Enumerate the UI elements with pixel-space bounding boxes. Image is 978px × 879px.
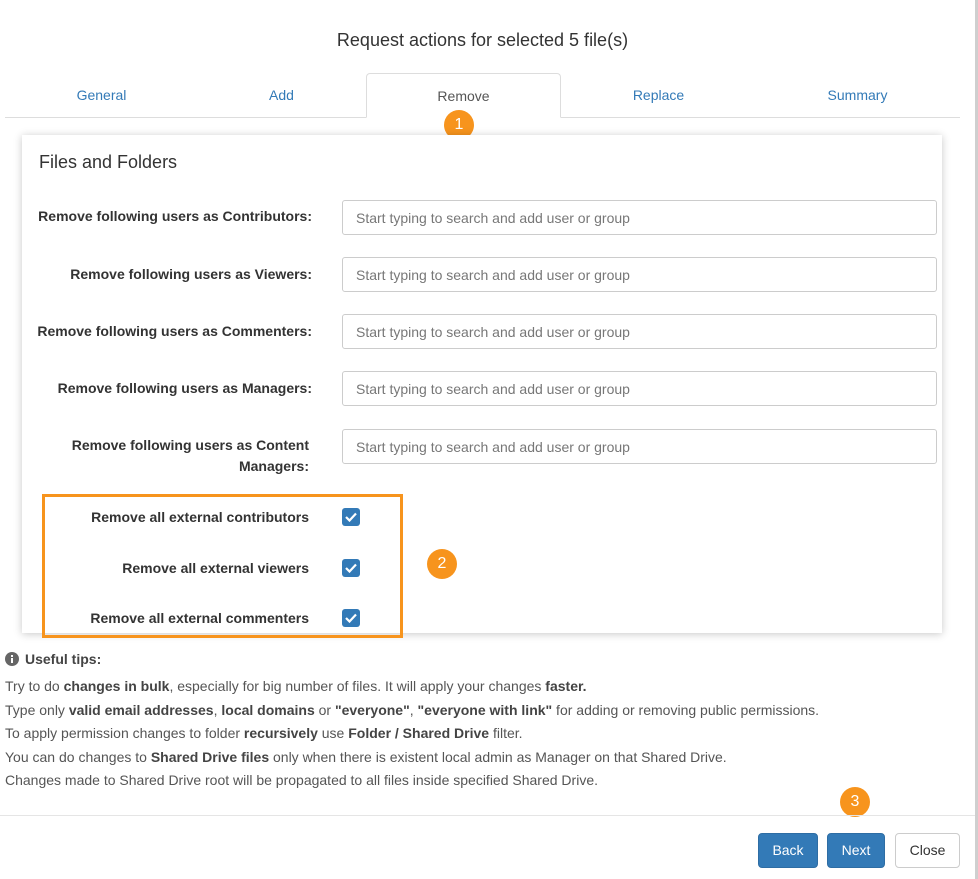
tab-general[interactable]: General <box>5 73 198 117</box>
tab-summary[interactable]: Summary <box>760 73 955 117</box>
content-managers-search-input[interactable] <box>342 429 937 464</box>
contributors-label: Remove following users as Contributors: <box>38 208 312 224</box>
modal-title: Request actions for selected 5 file(s) <box>336 30 629 50</box>
tip-line-recursive: To apply permission changes to folder re… <box>5 725 523 741</box>
tip-line-email: Type only valid email addresses, local d… <box>5 702 820 718</box>
step-badge-3: 3 <box>840 787 870 817</box>
managers-search-input[interactable] <box>342 371 937 406</box>
contributors-search-input[interactable] <box>342 200 937 235</box>
tab-bar: General Add Remove Replace Summary <box>5 73 960 118</box>
tab-add[interactable]: Add <box>188 73 375 117</box>
tab-replace[interactable]: Replace <box>561 73 756 117</box>
content-managers-label: Remove following users as Content Manage… <box>71 437 309 474</box>
footer-divider <box>0 815 975 816</box>
viewers-search-input[interactable] <box>342 257 937 292</box>
tip-line-bulk: Try to do changes in bulk, especially fo… <box>5 678 587 694</box>
commenters-search-input[interactable] <box>342 314 937 349</box>
step-badge-2: 2 <box>427 549 457 579</box>
viewers-label: Remove following users as Viewers: <box>70 266 312 282</box>
close-button[interactable]: Close <box>895 833 960 868</box>
tip-line-shared-drive: You can do changes to Shared Drive files… <box>5 749 727 765</box>
info-icon <box>5 652 19 666</box>
tips-heading: Useful tips: <box>5 651 101 667</box>
panel-title: Files and Folders <box>39 152 178 172</box>
back-button[interactable]: Back <box>758 833 818 868</box>
managers-label: Remove following users as Managers: <box>57 380 312 396</box>
commenters-label: Remove following users as Commenters: <box>37 323 312 339</box>
next-button[interactable]: Next <box>827 833 885 868</box>
tip-line-root: Changes made to Shared Drive root will b… <box>5 772 598 788</box>
external-options-highlight <box>42 494 403 638</box>
